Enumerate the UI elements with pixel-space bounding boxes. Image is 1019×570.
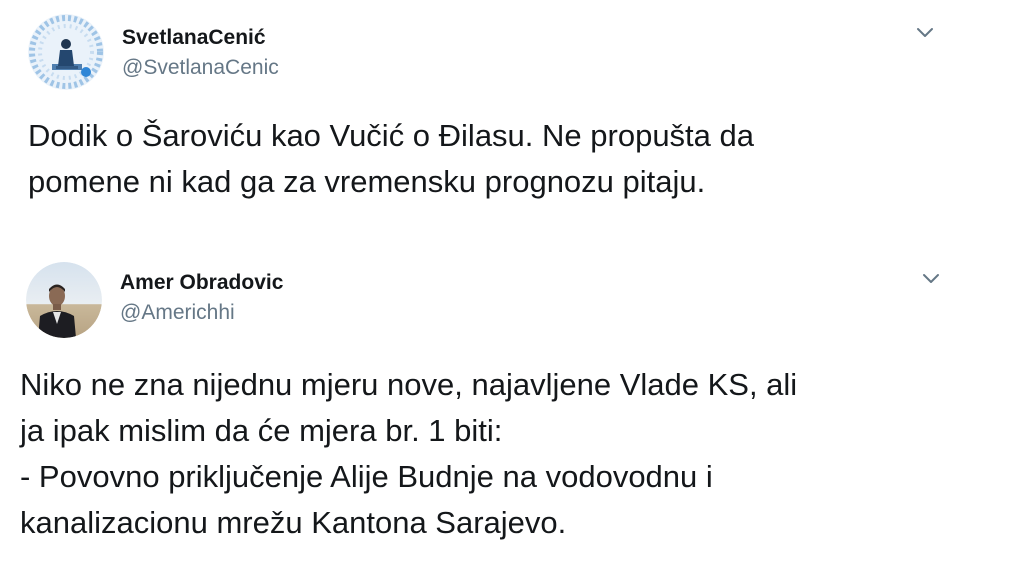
user-handle[interactable]: @Americhhi	[120, 301, 235, 325]
display-name[interactable]: SvetlanaCenić	[122, 26, 266, 50]
profile-photo-icon	[26, 262, 102, 338]
avatar[interactable]	[28, 14, 104, 90]
tweet-text: Niko ne zna nijednu mjeru nove, najavlje…	[20, 367, 798, 540]
tweet-text: Dodik o Šaroviću kao Vučić o Đilasu. Ne …	[28, 118, 755, 199]
chevron-down-icon[interactable]	[913, 20, 937, 44]
tweet-card: SvetlanaCenić @SvetlanaCenic Dodik o Šar…	[0, 0, 1019, 240]
user-handle[interactable]: @SvetlanaCenic	[122, 56, 279, 80]
avatar[interactable]	[26, 262, 102, 338]
display-name[interactable]: Amer Obradovic	[120, 271, 283, 295]
chevron-down-icon[interactable]	[919, 266, 943, 290]
profile-photo-icon	[28, 14, 104, 90]
